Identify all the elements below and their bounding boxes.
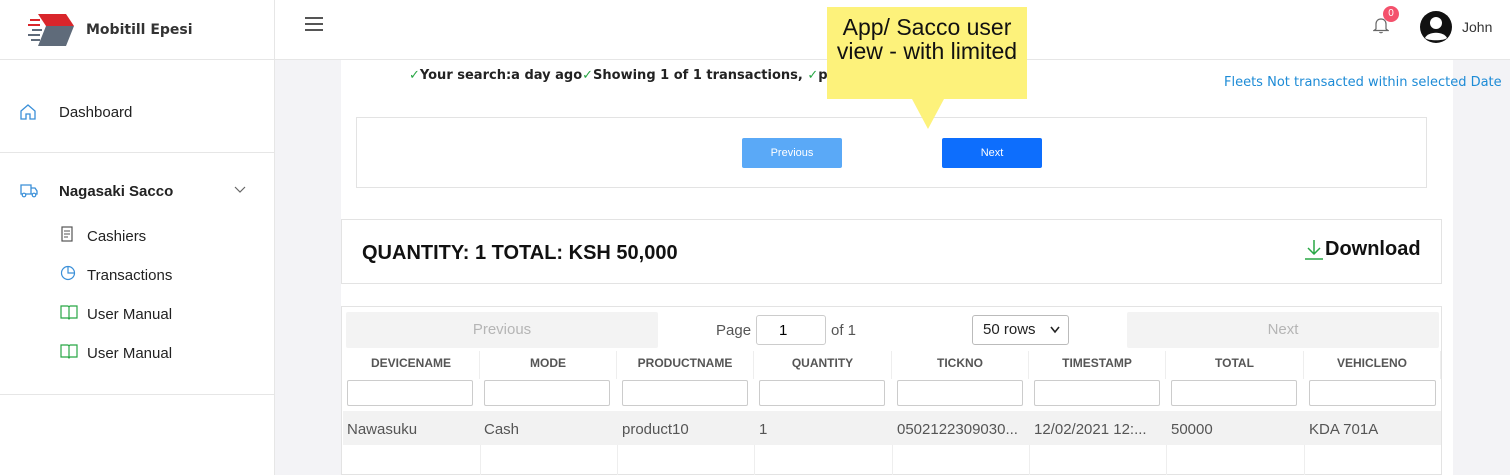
showing-text: Showing 1 of 1 transactions, [593, 68, 803, 83]
search-text: Your search:a day ago [419, 68, 583, 83]
column-header-vehicleno[interactable]: VEHICLENO [1304, 351, 1441, 379]
sidebar-item-label: Cashiers [87, 228, 147, 245]
filter-input-timestamp[interactable] [1034, 380, 1160, 406]
search-summary: ✓Your search:a day ago✓Showing 1 of 1 tr… [409, 68, 868, 83]
table-cell: 50000 [1171, 421, 1213, 438]
filter-input-vehicleno[interactable] [1309, 380, 1436, 406]
table-cell: Cash [484, 421, 520, 438]
filter-input-quantity[interactable] [759, 380, 885, 406]
fleets-not-transacted-link[interactable]: Fleets Not transacted within selected Da… [1224, 75, 1502, 90]
annotation-callout: App/ Sacco user view - with limited [827, 7, 1027, 99]
download-button[interactable]: Download [1304, 238, 1421, 261]
receipt-icon [61, 226, 73, 242]
column-divider [892, 445, 893, 475]
filter-input-productname[interactable] [622, 380, 748, 406]
totals-box: QUANTITY: 1 TOTAL: KSH 50,000 Download [341, 219, 1442, 284]
check-icon: ✓ [582, 68, 594, 83]
annotation-callout-pointer [912, 99, 944, 129]
sidebar-item-cashiers[interactable]: Cashiers [0, 220, 274, 250]
sidebar-item-dashboard[interactable]: Dashboard [0, 96, 274, 132]
chevron-down-icon [234, 186, 246, 193]
filter-input-mode[interactable] [484, 380, 610, 406]
page-label: Page [716, 322, 752, 339]
quantity-total-text: QUANTITY: 1 TOTAL: KSH 50,000 [362, 242, 678, 264]
column-header-total[interactable]: TOTAL [1166, 351, 1304, 379]
table-cell: KDA 701A [1309, 421, 1379, 438]
sidebar: Mobitill Epesi Dashboard Nagasaki Sacco … [0, 0, 275, 475]
transactions-table: Previous Page of 1 50 rows Next DEVICENA… [341, 306, 1442, 475]
check-icon: ✓ [409, 68, 420, 83]
column-header-tickno[interactable]: TICKNO [892, 351, 1029, 379]
table-cell: 1 [759, 421, 768, 438]
download-icon [1305, 240, 1323, 260]
book-icon [60, 305, 78, 320]
table-cell: Nawasuku [347, 421, 418, 438]
pager-box [356, 117, 1427, 188]
column-divider [1029, 445, 1030, 475]
column-header-timestamp[interactable]: TIMESTAMP [1029, 351, 1166, 379]
next-button[interactable]: Next [942, 138, 1042, 168]
sidebar-group-sacco: Nagasaki Sacco Cashiers Transactions Use… [0, 152, 274, 395]
column-divider [1166, 445, 1167, 475]
column-divider [754, 445, 755, 475]
table-cell: product10 [622, 421, 689, 438]
brand[interactable]: Mobitill Epesi [0, 0, 274, 60]
sidebar-item-label: Dashboard [59, 104, 133, 121]
username[interactable]: John [1462, 19, 1492, 35]
filter-input-tickno[interactable] [897, 380, 1023, 406]
sidebar-group-toggle[interactable]: Nagasaki Sacco [0, 179, 274, 205]
truck-icon [20, 184, 38, 198]
column-header-mode[interactable]: MODE [480, 351, 617, 379]
page-count-label: of 1 [831, 322, 857, 339]
sidebar-item-transactions[interactable]: Transactions [0, 259, 274, 289]
filter-input-devicename[interactable] [347, 380, 473, 406]
sidebar-item-label: User Manual [87, 345, 173, 362]
table-cell: 0502122309030... [897, 421, 1018, 438]
rows-per-page-select[interactable]: 50 rows [972, 315, 1069, 345]
filter-input-total[interactable] [1171, 380, 1297, 406]
brand-logo-icon [28, 13, 74, 46]
sidebar-item-label: User Manual [87, 306, 173, 323]
download-label: Download [1325, 238, 1421, 260]
brand-name: Mobitill Epesi [86, 21, 193, 38]
column-header-quantity[interactable]: QUANTITY [754, 351, 892, 379]
previous-button[interactable]: Previous [742, 138, 842, 168]
column-header-devicename[interactable]: DEVICENAME [343, 351, 480, 379]
sidebar-group-label: Nagasaki Sacco [59, 183, 174, 200]
book-icon [60, 344, 78, 359]
column-divider [617, 445, 618, 475]
table-next-button[interactable]: Next [1127, 312, 1439, 348]
menu-icon[interactable] [305, 17, 323, 33]
page-number-input[interactable] [756, 315, 826, 345]
column-header-productname[interactable]: PRODUCTNAME [617, 351, 754, 379]
avatar[interactable] [1420, 11, 1452, 43]
table-cell: 12/02/2021 12:... [1034, 421, 1147, 438]
table-previous-button[interactable]: Previous [346, 312, 658, 348]
column-divider [1304, 445, 1305, 475]
check-icon: ✓ [807, 68, 819, 83]
sidebar-item-user-manual[interactable]: User Manual [0, 298, 274, 328]
sidebar-item-user-manual[interactable]: User Manual [0, 337, 274, 367]
column-divider [480, 445, 481, 475]
rows-per-page-value: 50 rows [983, 321, 1036, 338]
chevron-down-icon [1050, 326, 1060, 334]
home-icon [20, 104, 36, 120]
notification-badge: 0 [1383, 6, 1399, 22]
sidebar-item-label: Transactions [87, 267, 173, 284]
pie-chart-icon [60, 265, 76, 281]
